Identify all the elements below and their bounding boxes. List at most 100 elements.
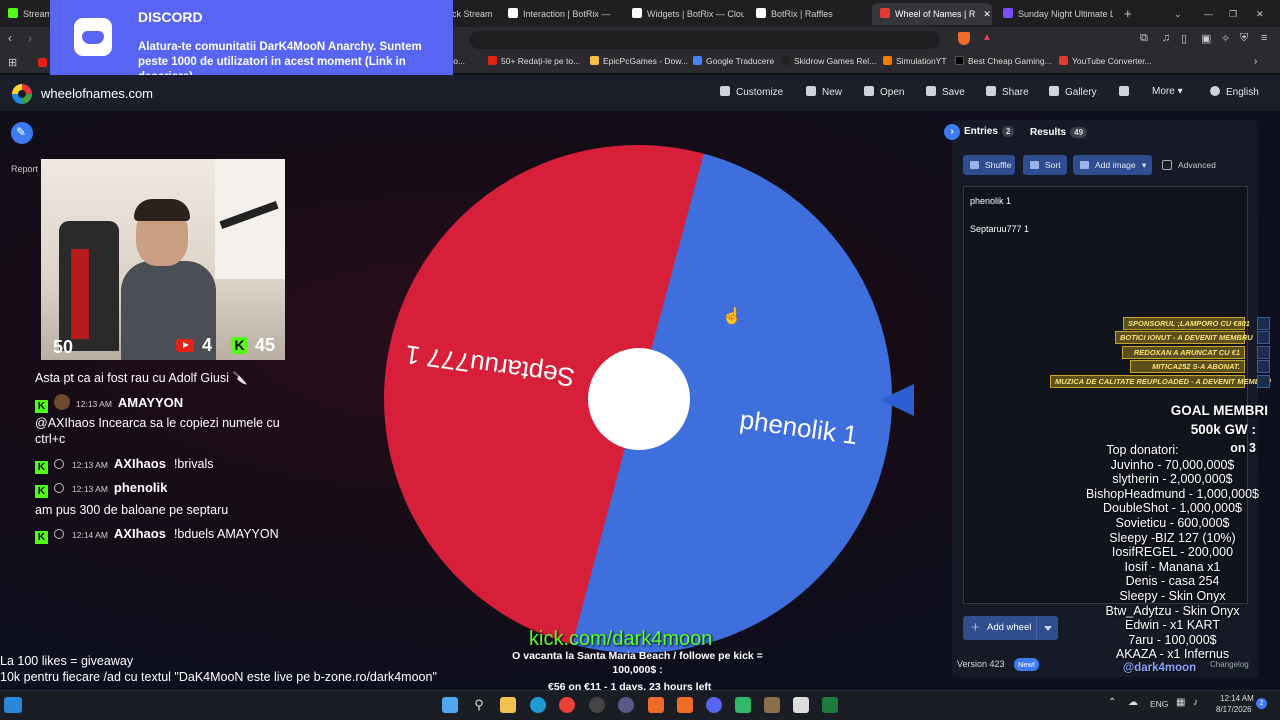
apps-icon[interactable]: ⊞ — [8, 56, 17, 69]
wallet-icon[interactable]: ▣ — [1201, 32, 1211, 45]
menu-icon[interactable]: ≡ — [1261, 32, 1267, 44]
more-bookmarks-icon[interactable]: › — [1254, 56, 1257, 67]
share-button[interactable]: Share — [986, 86, 1029, 98]
clock-date[interactable]: 8/17/2026 — [1216, 705, 1252, 714]
minimize-icon[interactable]: — — [1204, 3, 1216, 25]
converter-icon — [1059, 56, 1068, 65]
chat-message: ctrl+c — [35, 432, 66, 446]
shuffle-button[interactable]: Shuffle — [963, 155, 1015, 175]
notepad-icon[interactable] — [793, 697, 809, 713]
chevron-up-icon[interactable]: ⌃ — [1108, 697, 1116, 708]
new-button[interactable]: New — [806, 86, 842, 98]
alert-banner: BOTICI IONUT - A DEVENIT MEMBRU — [1115, 331, 1253, 344]
app-icon[interactable] — [735, 697, 751, 713]
close-window-icon[interactable]: ✕ — [1256, 3, 1268, 25]
fullscreen-button[interactable] — [1119, 86, 1129, 98]
close-tab-icon[interactable]: ✕ — [983, 9, 991, 19]
steam-icon[interactable] — [589, 697, 605, 713]
wheel-center[interactable] — [588, 348, 690, 450]
chevron-down-icon[interactable] — [1036, 616, 1058, 640]
open-button[interactable]: Open — [864, 86, 904, 98]
file-explorer-icon[interactable] — [500, 697, 516, 713]
search-icon[interactable]: ⚲ — [471, 697, 487, 713]
share-icon — [986, 86, 996, 96]
clock-time[interactable]: 12:14 AM — [1220, 694, 1254, 703]
customize-button[interactable]: Customize — [720, 86, 783, 98]
tab-results[interactable]: Results 49 — [1030, 127, 1088, 138]
save-button[interactable]: Save — [926, 86, 965, 98]
add-image-button[interactable]: Add image ▾ — [1073, 155, 1152, 175]
leo-icon[interactable]: ✧ — [1221, 32, 1230, 45]
tab-list-icon[interactable]: ⌄ — [1174, 3, 1186, 25]
wheel-pointer-icon — [880, 384, 914, 416]
notification-icon[interactable]: 2 — [1256, 698, 1267, 709]
tab-botrix-widgets[interactable]: Widgets | BotRix — Cloud — [632, 3, 744, 25]
chat-message: K 12:13 AM AMAYYON — [35, 394, 191, 413]
donors-list: Top donatori: Juvinho - 70,000,000$ slyt… — [1070, 443, 1275, 662]
app-icon[interactable] — [764, 697, 780, 713]
vpn-icon[interactable]: ⛨ — [1240, 32, 1248, 45]
add-wheel-button[interactable]: Add wheel — [963, 616, 1058, 640]
tab-botrix-raffles[interactable]: BotRix | Raffles — [756, 3, 856, 25]
chat-username[interactable]: AXIhaos — [114, 526, 166, 541]
tab-stream[interactable]: Stream — [8, 3, 50, 25]
volume-icon[interactable]: ♪ — [1193, 697, 1198, 708]
sort-icon — [1030, 161, 1039, 169]
url-field[interactable] — [470, 31, 940, 49]
tab-wheel-of-names[interactable]: Wheel of Names | R ✕ — [872, 3, 992, 25]
app-icon[interactable] — [618, 697, 634, 713]
bookmark-item[interactable]: 50+ Redați-le pe to... — [488, 56, 580, 66]
language-button[interactable]: English — [1210, 86, 1259, 98]
excel-icon[interactable] — [822, 697, 838, 713]
site-name[interactable]: wheelofnames.com — [41, 86, 153, 101]
forward-icon[interactable]: › — [28, 31, 32, 45]
cloud-icon[interactable]: ☁ — [1128, 697, 1138, 708]
youtube-icon[interactable] — [38, 58, 47, 67]
media-icon[interactable]: ♫ — [1162, 32, 1170, 44]
new-tab-button[interactable]: + — [1124, 3, 1138, 25]
chat-message: am pus 300 de baloane pe septaru — [35, 503, 229, 517]
edge-icon[interactable] — [530, 697, 546, 713]
back-icon[interactable]: ‹ — [8, 31, 12, 45]
bookmark-item[interactable]: SimulationYT — [883, 56, 947, 66]
chat-username[interactable]: AXIhaos — [114, 456, 166, 471]
sidebar-icon[interactable]: ▯ — [1181, 32, 1187, 45]
tab-botrix-interaction[interactable]: Interaction | BotRix — — [508, 3, 620, 25]
youtube-icon — [176, 339, 194, 352]
entry-line: phenolik 1 — [970, 196, 1012, 206]
bookmark-item[interactable]: Google Traducere — [693, 56, 774, 66]
network-icon[interactable]: ▦ — [1176, 697, 1185, 708]
task-view-icon[interactable] — [4, 697, 22, 713]
brave-rewards-icon[interactable]: ▲ — [982, 32, 992, 43]
chat-username[interactable]: AMAYYON — [118, 395, 183, 410]
site-header: wheelofnames.com Customize New Open Save… — [0, 75, 1280, 111]
wheelofnames-logo-icon[interactable] — [12, 84, 32, 104]
brave-shield-icon[interactable] — [958, 32, 970, 45]
edit-icon[interactable] — [11, 122, 33, 144]
brave-icon[interactable] — [677, 697, 693, 713]
promo-text: O vacanta la Santa Maria Beach / followe… — [512, 650, 763, 676]
brave-icon[interactable] — [648, 697, 664, 713]
gallery-button[interactable]: Gallery — [1049, 86, 1097, 98]
tab-entries[interactable]: › Entries 2 — [944, 124, 1015, 140]
more-button[interactable]: More ▾ — [1152, 86, 1183, 97]
bookmark-item[interactable]: Best Cheap Gaming... — [955, 56, 1052, 66]
entry-line: Septaruu777 1 — [970, 224, 1030, 234]
advanced-checkbox[interactable] — [1162, 160, 1172, 170]
extensions-icon[interactable]: ⧉ — [1140, 32, 1148, 45]
discord-icon[interactable] — [706, 697, 722, 713]
sort-button[interactable]: Sort — [1023, 155, 1067, 175]
language-indicator[interactable]: ENG — [1150, 699, 1168, 709]
start-icon[interactable] — [442, 697, 458, 713]
tab-sunday-night[interactable]: Sunday Night Ultimate La — [1003, 3, 1113, 25]
bookmark-item[interactable]: EpicPcGames - Dow... — [590, 56, 688, 66]
shuffle-icon — [970, 161, 979, 169]
bookmark-item[interactable]: Skidrow Games Rel... — [781, 56, 876, 66]
donor-item: Btw_Adytzu - Skin Onyx — [1105, 603, 1240, 618]
bookmark-item[interactable]: YouTube Converter... — [1059, 56, 1152, 66]
tab-stream-2[interactable]: ck Stream — [452, 3, 492, 25]
chrome-icon[interactable] — [559, 697, 575, 713]
chat-username[interactable]: phenolik — [114, 480, 167, 495]
report-link[interactable]: Report — [11, 164, 38, 174]
maximize-icon[interactable]: ❐ — [1229, 3, 1241, 25]
